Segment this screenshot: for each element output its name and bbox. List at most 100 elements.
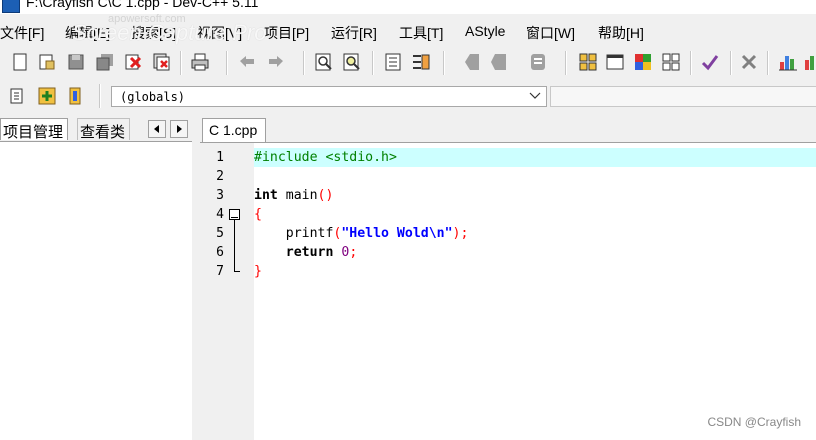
toolbar-separator	[730, 51, 732, 75]
code-token: #include <stdio.h>	[254, 150, 397, 165]
arrow-right-icon	[177, 125, 182, 133]
tab-scroll-left-button[interactable]	[148, 120, 166, 138]
code-token: {	[254, 207, 262, 222]
line-number: 5	[216, 226, 224, 241]
fold-guide	[234, 220, 235, 271]
redo-icon[interactable]	[266, 52, 286, 72]
toolbar-separator	[443, 51, 445, 75]
toolbar-separator	[303, 51, 305, 75]
credit-watermark: CSDN @Crayfish	[707, 415, 801, 429]
tab-class-view[interactable]: 查看类	[77, 118, 131, 141]
project-options-icon[interactable]	[8, 86, 28, 106]
unindent-icon[interactable]	[411, 52, 431, 72]
project-tree[interactable]	[0, 141, 192, 440]
undo-icon[interactable]	[237, 52, 257, 72]
left-panel: 项目管理 查看类	[0, 116, 192, 440]
save-all-icon[interactable]	[95, 52, 115, 72]
scope-select-value: (globals)	[120, 90, 186, 104]
menu-astyle[interactable]: AStyle	[465, 23, 505, 39]
tab-project-manager[interactable]: 项目管理	[0, 118, 69, 141]
code-token: ()	[317, 188, 334, 203]
save-icon[interactable]	[66, 52, 86, 72]
menu-view[interactable]: 视图[V]	[197, 23, 242, 43]
menu-window[interactable]: 窗口[W]	[526, 23, 575, 43]
chart-icon-2[interactable]	[803, 52, 816, 72]
secondary-toolbar: (globals)	[0, 80, 816, 114]
menu-bar: 文件[F] 编辑[E] 搜索[S] 视图[V] 项目[P] 运行[R] 工具[T…	[0, 14, 816, 47]
window-icon[interactable]	[605, 52, 625, 72]
find-icon[interactable]	[314, 52, 334, 72]
code-line: }	[254, 262, 816, 281]
print-icon[interactable]	[190, 52, 210, 72]
close-all-icon[interactable]	[152, 52, 172, 72]
add-to-project-icon[interactable]	[37, 86, 57, 106]
menu-run[interactable]: 运行[R]	[331, 23, 377, 43]
code-token: "Hello Wold\n"	[341, 226, 453, 241]
replace-icon[interactable]	[342, 52, 362, 72]
menu-project[interactable]: 项目[P]	[264, 23, 309, 43]
line-number: 2	[216, 169, 224, 184]
menu-search[interactable]: 搜索[S]	[131, 23, 176, 43]
delete-icon[interactable]	[739, 52, 759, 72]
toolbar-separator	[372, 51, 374, 75]
toolbar-separator	[565, 51, 567, 75]
toolbar-separator	[767, 51, 769, 75]
menu-help[interactable]: 帮助[H]	[598, 23, 644, 43]
code-token: printf	[254, 226, 334, 241]
toolbar-separator	[226, 51, 228, 75]
compile-icon[interactable]	[462, 52, 482, 72]
chart-icon[interactable]	[778, 52, 798, 72]
new-file-icon[interactable]	[10, 52, 30, 72]
run-icon[interactable]	[489, 52, 509, 72]
line-number: 3	[216, 188, 224, 203]
editor-area: C 1.cpp 1 2 3 4 5 6 7 #include <stdio.h> int ma…	[200, 116, 816, 440]
tab-scroll-right-button[interactable]	[170, 120, 188, 138]
window-title: F:\Crayfish C\C 1.cpp - Dev-C++ 5.11	[26, 0, 259, 10]
toolbar-separator	[99, 84, 101, 108]
chevron-down-icon[interactable]	[528, 88, 542, 104]
toolbar-separator	[180, 51, 182, 75]
scope-select[interactable]: (globals)	[111, 86, 547, 107]
line-gutter: 1 2 3 4 5 6 7	[200, 143, 254, 440]
menu-edit[interactable]: 编辑[E]	[65, 23, 110, 43]
code-token: );	[452, 226, 469, 241]
tiles-icon[interactable]	[661, 52, 681, 72]
grid-view-icon[interactable]	[578, 52, 598, 72]
main-toolbar	[0, 47, 816, 79]
menu-file[interactable]: 文件[F]	[0, 23, 44, 43]
code-line: {	[254, 205, 816, 224]
code-editor[interactable]: 1 2 3 4 5 6 7 #include <stdio.h> int main() { pr…	[200, 142, 816, 440]
remove-from-project-icon[interactable]	[65, 86, 85, 106]
code-line: return 0;	[254, 243, 816, 262]
code-token: main	[277, 188, 318, 203]
code-line: int main()	[254, 186, 816, 205]
menu-tools[interactable]: 工具[T]	[399, 23, 443, 43]
line-number: 7	[216, 264, 224, 279]
code-token: return	[285, 245, 334, 260]
app-icon	[2, 0, 20, 13]
code-line: printf("Hello Wold\n");	[254, 224, 816, 243]
line-number: 1	[216, 150, 224, 165]
close-file-icon[interactable]	[123, 52, 143, 72]
line-number: 6	[216, 245, 224, 260]
line-number: 4	[216, 207, 224, 222]
fold-collapse-icon[interactable]	[229, 209, 240, 220]
debug-icon[interactable]	[528, 52, 548, 72]
function-select[interactable]	[550, 86, 816, 107]
panel-splitter[interactable]	[192, 116, 200, 439]
code-line: #include <stdio.h>	[254, 148, 816, 167]
fold-end-marker	[234, 271, 240, 272]
toolbar-separator	[690, 51, 692, 75]
open-file-icon[interactable]	[37, 52, 57, 72]
arrow-left-icon	[154, 125, 159, 133]
indent-icon[interactable]	[383, 52, 403, 72]
title-bar: F:\Crayfish C\C 1.cpp - Dev-C++ 5.11	[0, 0, 816, 14]
code-token: int	[254, 188, 278, 203]
code-token: ;	[349, 245, 358, 260]
check-icon[interactable]	[700, 52, 720, 72]
class-browser-icon[interactable]	[633, 52, 653, 72]
code-token: }	[254, 264, 262, 279]
file-tab[interactable]: C 1.cpp	[202, 118, 267, 142]
